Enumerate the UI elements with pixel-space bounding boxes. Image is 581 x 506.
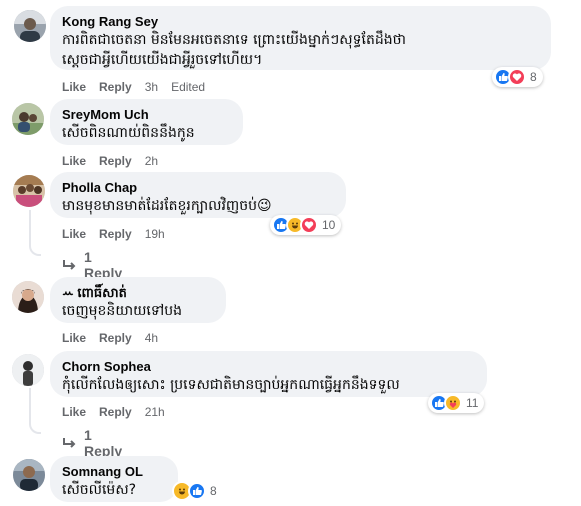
comment-author[interactable]: SreyMom Uch	[62, 107, 231, 123]
comment-text: សើចពិនណាយ់ពិននឹងកូន	[62, 125, 195, 141]
comment-bubble: SreyMom Uch សើចពិនណាយ់ពិននឹងកូន	[50, 99, 243, 145]
reaction-summary[interactable]: 8	[492, 67, 543, 87]
care-reaction-icon	[444, 394, 462, 412]
reaction-count: 8	[210, 484, 217, 498]
love-reaction-icon	[508, 68, 526, 86]
comment-text: ចេញមុខនិយាយទៅបង	[62, 303, 182, 319]
reply-button[interactable]: Reply	[99, 331, 132, 345]
comment-author[interactable]: Chorn Sophea	[62, 359, 475, 375]
comment-bubble: Chorn Sophea កុំលើកលែងឲ្យសោះ ប្រទេសជាតិម…	[50, 351, 487, 397]
comment-text: កុំលើកលែងឲ្យសោះ ប្រទេសជាតិមានច្បាប់អ្នកណ…	[62, 377, 400, 393]
like-button[interactable]: Like	[62, 227, 86, 241]
reaction-count: 10	[322, 218, 336, 232]
reaction-summary[interactable]: 11	[428, 393, 485, 413]
comment-bubble: ꕀ ពោធិ៍សាត់ ចេញមុខនិយាយទៅបង	[50, 277, 226, 323]
comment-timestamp[interactable]: 3h	[145, 80, 158, 94]
comment-text: សើចលីម៉េស?	[62, 482, 137, 498]
like-button[interactable]: Like	[62, 80, 86, 94]
like-button[interactable]: Like	[62, 154, 86, 168]
comment-timestamp[interactable]: 4h	[145, 331, 158, 345]
avatar[interactable]	[12, 354, 44, 386]
reaction-count: 11	[466, 396, 479, 410]
comment-timestamp[interactable]: 2h	[145, 154, 158, 168]
reply-button[interactable]: Reply	[99, 227, 132, 241]
reaction-count: 8	[530, 70, 537, 84]
comment-text-line-2: ស្តេចជាអ្វីហើយយើងជាអ្វីរួចទៅហើយ។	[62, 52, 263, 68]
reaction-summary[interactable]: 8	[170, 481, 223, 501]
comment-actions: Like Reply 19h	[62, 227, 178, 241]
like-button[interactable]: Like	[62, 405, 86, 419]
comment-bubble: Somnang OL សើចលីម៉េស?	[50, 456, 178, 502]
thread-connector	[29, 242, 41, 256]
comment-bubble: Kong Rang Sey ការពិតជាចេតនា មិនមែនអចេតនា…	[50, 6, 551, 70]
comment-timestamp[interactable]: 19h	[145, 227, 165, 241]
reply-arrow-icon	[62, 437, 76, 449]
thread-connector	[29, 420, 41, 434]
thread-line	[29, 388, 31, 422]
comment-timestamp[interactable]: 21h	[145, 405, 165, 419]
reaction-summary[interactable]: 10	[270, 215, 342, 235]
comment-author[interactable]: ꕀ ពោធិ៍សាត់	[62, 285, 214, 301]
thread-line	[29, 210, 31, 246]
replies-count-label: 1 Reply	[84, 427, 123, 459]
comment-actions: Like Reply 2h	[62, 154, 171, 168]
reply-button[interactable]: Reply	[99, 80, 132, 94]
comment-bubble: Pholla Chap មានមុខមានមាត់ដែរតែខួរក្បាលវិ…	[50, 172, 346, 218]
reply-button[interactable]: Reply	[99, 405, 132, 419]
avatar[interactable]	[13, 459, 45, 491]
reply-arrow-icon	[62, 259, 76, 271]
comment-actions: Like Reply 4h	[62, 331, 171, 345]
comment-actions: Like Reply 3h Edited	[62, 80, 218, 94]
comment-author[interactable]: Pholla Chap	[62, 180, 334, 196]
avatar[interactable]	[14, 10, 46, 42]
like-button[interactable]: Like	[62, 331, 86, 345]
view-replies-button[interactable]: 1 Reply	[62, 427, 122, 459]
avatar[interactable]	[12, 281, 44, 313]
comment-author[interactable]: Somnang OL	[62, 464, 166, 480]
like-reaction-icon	[188, 482, 206, 500]
edited-label: Edited	[171, 80, 206, 94]
comment-author[interactable]: Kong Rang Sey	[62, 14, 539, 30]
comment-text: មានមុខមានមាត់ដែរតែខួរក្បាលវិញចប់😉	[62, 198, 272, 214]
love-reaction-icon	[300, 216, 318, 234]
comment-text-line-1: ការពិតជាចេតនា មិនមែនអចេតនាទេ ព្រោះយើងម្ន…	[62, 32, 406, 48]
comment-actions: Like Reply 21h	[62, 405, 178, 419]
avatar[interactable]	[12, 103, 44, 135]
avatar[interactable]	[13, 175, 45, 207]
reply-button[interactable]: Reply	[99, 154, 132, 168]
